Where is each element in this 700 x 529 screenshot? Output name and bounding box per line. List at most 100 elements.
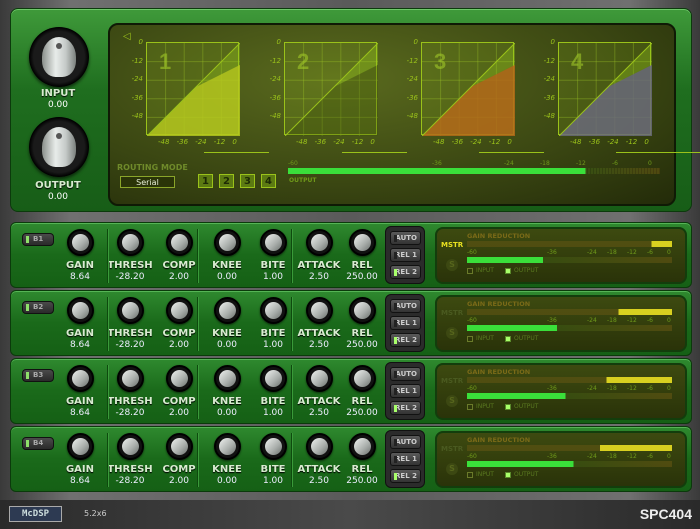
section-divider: [107, 229, 108, 283]
master-button[interactable]: MSTR: [441, 309, 463, 317]
gain-knob[interactable]: [67, 365, 94, 392]
gain-knob[interactable]: [67, 433, 94, 460]
rel-1-button[interactable]: REL 1: [390, 452, 421, 466]
meter-scale-tick: -24: [587, 453, 597, 460]
rel-2-button[interactable]: REL 2: [390, 333, 421, 347]
signal-wire: [616, 152, 700, 153]
bite-knob[interactable]: [260, 433, 287, 460]
input-knob[interactable]: [29, 27, 89, 87]
y-tick: 0: [550, 38, 555, 46]
auto-button[interactable]: AUTO: [390, 231, 421, 245]
knee-knob[interactable]: [214, 297, 241, 324]
x-tick: -48: [433, 138, 445, 146]
led-indicator: [26, 440, 29, 447]
transfer-graph-1: 1: [146, 42, 240, 136]
master-button[interactable]: MSTR: [441, 241, 463, 249]
band-bypass-button[interactable]: B4: [22, 437, 54, 450]
bite-knob[interactable]: [260, 229, 287, 256]
attack-knob[interactable]: [306, 229, 333, 256]
output-checkbox-label: OUTPUT: [514, 471, 539, 478]
routing-button-2[interactable]: 2: [219, 174, 234, 188]
input-checkbox[interactable]: [467, 404, 473, 410]
thresh-value: -28.20: [115, 408, 145, 418]
attack-knob[interactable]: [306, 297, 333, 324]
input-checkbox[interactable]: [467, 336, 473, 342]
knee-knob[interactable]: [214, 229, 241, 256]
gain-knob[interactable]: [67, 229, 94, 256]
knee-label: KNEE: [212, 328, 242, 339]
output-checkbox[interactable]: [505, 336, 511, 342]
routing-button-4[interactable]: 4: [261, 174, 276, 188]
master-button[interactable]: MSTR: [441, 377, 463, 385]
y-tick: -36: [543, 93, 555, 102]
output-checkbox[interactable]: [505, 404, 511, 410]
section-divider: [291, 365, 292, 419]
rel-knob[interactable]: [349, 433, 376, 460]
solo-button[interactable]: S: [446, 463, 458, 475]
gain-knob[interactable]: [67, 297, 94, 324]
rel-2-button[interactable]: REL 2: [390, 469, 421, 483]
meter-scale-tick: 0: [667, 385, 671, 392]
comp-knob[interactable]: [166, 229, 193, 256]
rel-1-button[interactable]: REL 1: [390, 248, 421, 262]
rel-2-button[interactable]: REL 2: [390, 265, 421, 279]
rel-knob[interactable]: [349, 229, 376, 256]
rel-knob[interactable]: [349, 365, 376, 392]
auto-button[interactable]: AUTO: [390, 435, 421, 449]
y-tick: -48: [543, 112, 555, 121]
thresh-knob[interactable]: [117, 297, 144, 324]
bite-knob[interactable]: [260, 297, 287, 324]
solo-button[interactable]: S: [446, 259, 458, 271]
y-tick: 0: [138, 38, 143, 46]
x-tick: -12: [625, 138, 638, 146]
thresh-knob[interactable]: [117, 365, 144, 392]
output-checkbox[interactable]: [505, 472, 511, 478]
auto-button[interactable]: AUTO: [390, 299, 421, 313]
release-mode-group: AUTO REL 1 REL 2: [385, 362, 425, 420]
comp-knob[interactable]: [166, 365, 193, 392]
master-button[interactable]: MSTR: [441, 445, 463, 453]
rel-2-button[interactable]: REL 2: [390, 401, 421, 415]
attack-knob[interactable]: [306, 365, 333, 392]
version-label: 5.2x6: [84, 509, 107, 518]
rel-knob[interactable]: [349, 297, 376, 324]
rel-button-label: REL 1: [395, 319, 417, 327]
led-indicator: [394, 371, 397, 378]
input-checkbox-label: INPUT: [476, 471, 494, 478]
solo-button[interactable]: S: [446, 395, 458, 407]
attack-knob[interactable]: [306, 433, 333, 460]
solo-button[interactable]: S: [446, 327, 458, 339]
meter-scale-tick: -12: [627, 385, 637, 392]
thresh-knob[interactable]: [117, 229, 144, 256]
x-tick: -48: [570, 138, 582, 146]
band-bypass-button[interactable]: B3: [22, 369, 54, 382]
input-checkbox[interactable]: [467, 472, 473, 478]
knee-value: 0.00: [216, 340, 238, 350]
y-tick: -36: [131, 93, 143, 102]
comp-knob[interactable]: [166, 433, 193, 460]
auto-button[interactable]: AUTO: [390, 367, 421, 381]
thresh-knob[interactable]: [117, 433, 144, 460]
band-meter-scale: -60 -36 -24 -18 -12 -6 0: [467, 385, 677, 392]
output-checkbox[interactable]: [505, 268, 511, 274]
routing-button-1[interactable]: 1: [198, 174, 213, 188]
comp-knob[interactable]: [166, 297, 193, 324]
band-bypass-button[interactable]: B2: [22, 301, 54, 314]
routing-button-3[interactable]: 3: [240, 174, 255, 188]
rel-button-label: AUTO: [395, 234, 417, 242]
knee-knob[interactable]: [214, 365, 241, 392]
meter-scale-tick: -6: [647, 453, 653, 460]
gain-reduction-panel: GAIN REDUCTION MSTR S -60 -36 -24 -18 -12 -6 0…: [435, 431, 687, 488]
knee-knob[interactable]: [214, 433, 241, 460]
x-tick: -24: [607, 138, 619, 146]
rel-1-button[interactable]: REL 1: [390, 316, 421, 330]
output-knob[interactable]: [29, 117, 89, 177]
input-checkbox[interactable]: [467, 268, 473, 274]
meter-scale-tick: -60: [467, 317, 477, 324]
routing-mode-select[interactable]: Serial: [120, 176, 175, 188]
knee-value: 0.00: [216, 476, 238, 486]
bite-knob[interactable]: [260, 365, 287, 392]
rel-1-button[interactable]: REL 1: [390, 384, 421, 398]
input-checkbox-label: INPUT: [476, 335, 494, 342]
band-bypass-button[interactable]: B1: [22, 233, 54, 246]
